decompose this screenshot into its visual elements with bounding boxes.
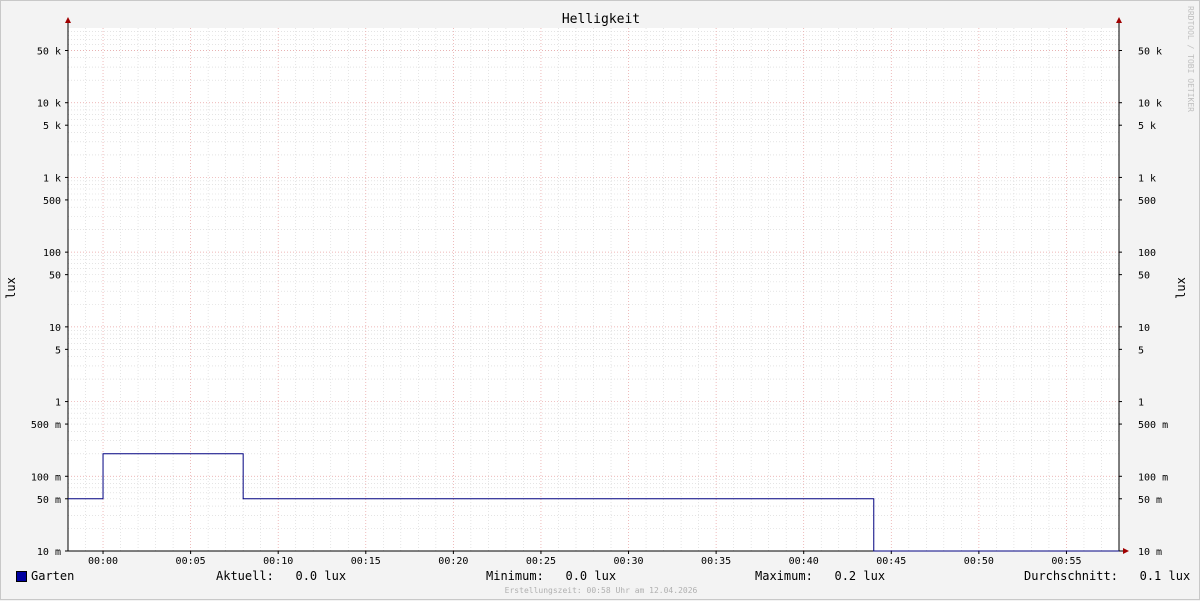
x-tick-label: 00:55 [1051, 556, 1081, 567]
x-tick-label: 00:30 [613, 556, 643, 567]
x-tick-label: 00:40 [789, 556, 819, 567]
rrdtool-watermark: RRDTOOL / TOBI OETIKER [1186, 6, 1195, 112]
y-tick-label-left: 5 [55, 345, 61, 356]
legend-swatch [16, 571, 27, 582]
x-tick-label: 00:25 [526, 556, 556, 567]
y-tick-label-right: 50 m [1138, 495, 1162, 506]
y-tick-label-left: 100 m [31, 472, 61, 483]
y-tick-label-right: 5 [1138, 345, 1144, 356]
y-tick-label-right: 10 [1138, 323, 1150, 334]
y-tick-label-right: 100 m [1138, 472, 1168, 483]
y-tick-label-left: 50 m [37, 495, 61, 506]
y-tick-label-right: 10 m [1138, 547, 1162, 558]
y-tick-label-right: 50 [1138, 271, 1150, 282]
x-tick-label: 00:45 [876, 556, 906, 567]
y-tick-label-left: 50 k [37, 46, 61, 57]
x-tick-label: 00:20 [438, 556, 468, 567]
y-tick-label-left: 10 m [37, 547, 61, 558]
legend-series-name: Garten [31, 569, 75, 583]
chart-title: Helligkeit [561, 12, 641, 27]
y-tick-label-left: 10 k [37, 99, 61, 110]
y-tick-label-left: 50 [49, 271, 61, 282]
y-tick-label-right: 500 m [1138, 420, 1168, 431]
y-tick-label-right: 50 k [1138, 46, 1162, 57]
y-tick-label-right: 500 [1138, 196, 1156, 207]
y-tick-label-left: 100 [43, 248, 61, 259]
y-tick-label-left: 500 m [31, 420, 61, 431]
x-tick-label: 00:35 [701, 556, 731, 567]
x-tick-label: 00:15 [351, 556, 381, 567]
y-axis-label-right: lux [1174, 277, 1188, 299]
legend-durchschnitt: Durchschnitt: 0.1 lux [1024, 569, 1191, 583]
y-tick-label-right: 10 k [1138, 99, 1162, 110]
chart-frame: 50 k 50 k 10 k 10 k5 k5 k1 k1 k 500 500 100 100… [0, 0, 1200, 600]
y-tick-label-left: 1 [55, 398, 61, 409]
y-tick-label-left: 500 [43, 196, 61, 207]
y-tick-label-right: 100 [1138, 248, 1156, 259]
x-tick-label: 00:05 [176, 556, 206, 567]
y-tick-label-right: 1 k [1138, 173, 1156, 184]
y-tick-label-left: 10 [49, 323, 61, 334]
y-tick-label-right: 1 [1138, 398, 1144, 409]
legend-maximum: Maximum: 0.2 lux [755, 569, 886, 583]
creation-time-footer: Erstellungszeit: 00:58 Uhr am 12.04.2026 [504, 586, 698, 595]
chart-canvas: 50 k 50 k10 k 10 k5 k5 k1 k1 k500 500100 100… [31, 17, 1168, 567]
y-tick-label-left: 1 k [43, 173, 61, 184]
x-tick-label: 00:50 [964, 556, 994, 567]
y-tick-label-left: 5 k [43, 121, 61, 132]
y-tick-label-right: 5 k [1138, 121, 1156, 132]
y-axis-label-left: lux [4, 277, 18, 299]
x-tick-label: 00:10 [263, 556, 293, 567]
x-tick-label: 00:00 [88, 556, 118, 567]
legend-minimum: Minimum: 0.0 lux [486, 569, 617, 583]
legend-aktuell: Aktuell: 0.0 lux [216, 569, 347, 583]
x-axis-arrow [1123, 548, 1129, 554]
